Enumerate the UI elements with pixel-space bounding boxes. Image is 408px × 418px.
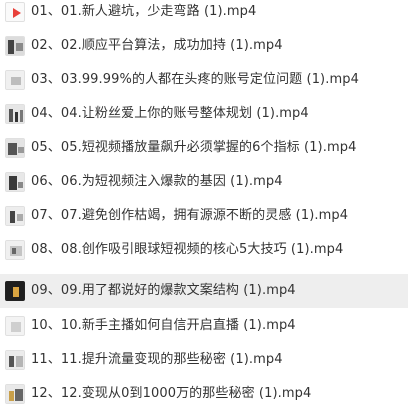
- file-row-10[interactable]: 10、10.新手主播如何自信开启直播 (1).mp4: [0, 309, 408, 343]
- file-name: 03、03.99.99%的人都在头疼的账号定位问题 (1).mp4: [31, 72, 359, 87]
- video-thumbnail-icon: [5, 172, 25, 192]
- file-row-05[interactable]: 05、05.短视频播放量飙升必须掌握的6个指标 (1).mp4: [0, 131, 408, 165]
- file-row-04[interactable]: 04、04.让粉丝爱上你的账号整体规划 (1).mp4: [0, 97, 408, 131]
- file-row-11[interactable]: 11、11.提升流量变现的那些秘密 (1).mp4: [0, 343, 408, 377]
- file-name: 06、06.为短视频注入爆款的基因 (1).mp4: [31, 174, 283, 189]
- file-name: 04、04.让粉丝爱上你的账号整体规划 (1).mp4: [31, 106, 309, 121]
- file-name: 10、10.新手主播如何自信开启直播 (1).mp4: [31, 318, 296, 333]
- video-thumbnail-icon: [5, 281, 25, 301]
- video-thumbnail-icon: [5, 36, 25, 56]
- file-row-01[interactable]: 01、01.新人避坑，少走弯路 (1).mp4: [0, 0, 408, 29]
- file-name: 01、01.新人避坑，少走弯路 (1).mp4: [31, 4, 257, 19]
- file-list: 01、01.新人避坑，少走弯路 (1).mp4 02、02.顺应平台算法，成功加…: [0, 0, 408, 418]
- video-play-icon: [5, 2, 25, 22]
- video-thumbnail-icon: [5, 240, 25, 260]
- file-name: 11、11.提升流量变现的那些秘密 (1).mp4: [31, 352, 283, 367]
- file-name: 07、07.避免创作枯竭，拥有源源不断的灵感 (1).mp4: [31, 208, 349, 223]
- video-thumbnail-icon: [5, 350, 25, 370]
- file-row-06[interactable]: 06、06.为短视频注入爆款的基因 (1).mp4: [0, 165, 408, 199]
- file-name: 02、02.顺应平台算法，成功加持 (1).mp4: [31, 38, 283, 53]
- file-row-03[interactable]: 03、03.99.99%的人都在头疼的账号定位问题 (1).mp4: [0, 63, 408, 97]
- file-name: 08、08.创作吸引眼球短视频的核心5大技巧 (1).mp4: [31, 242, 344, 257]
- file-row-02[interactable]: 02、02.顺应平台算法，成功加持 (1).mp4: [0, 29, 408, 63]
- video-thumbnail-icon: [5, 206, 25, 226]
- video-thumbnail-icon: [5, 70, 25, 90]
- video-thumbnail-icon: [5, 316, 25, 336]
- file-row-09[interactable]: 09、09.用了都说好的爆款文案结构 (1).mp4: [0, 274, 408, 308]
- file-name: 05、05.短视频播放量飙升必须掌握的6个指标 (1).mp4: [31, 140, 357, 155]
- file-name: 12、12.变现从0到1000万的那些秘密 (1).mp4: [31, 386, 312, 401]
- file-row-07[interactable]: 07、07.避免创作枯竭，拥有源源不断的灵感 (1).mp4: [0, 199, 408, 233]
- file-name: 09、09.用了都说好的爆款文案结构 (1).mp4: [31, 283, 296, 298]
- file-row-12[interactable]: 12、12.变现从0到1000万的那些秘密 (1).mp4: [0, 377, 408, 411]
- file-row-08[interactable]: 08、08.创作吸引眼球短视频的核心5大技巧 (1).mp4: [0, 233, 408, 267]
- video-thumbnail-icon: [5, 104, 25, 124]
- video-thumbnail-icon: [5, 138, 25, 158]
- video-thumbnail-icon: [5, 384, 25, 404]
